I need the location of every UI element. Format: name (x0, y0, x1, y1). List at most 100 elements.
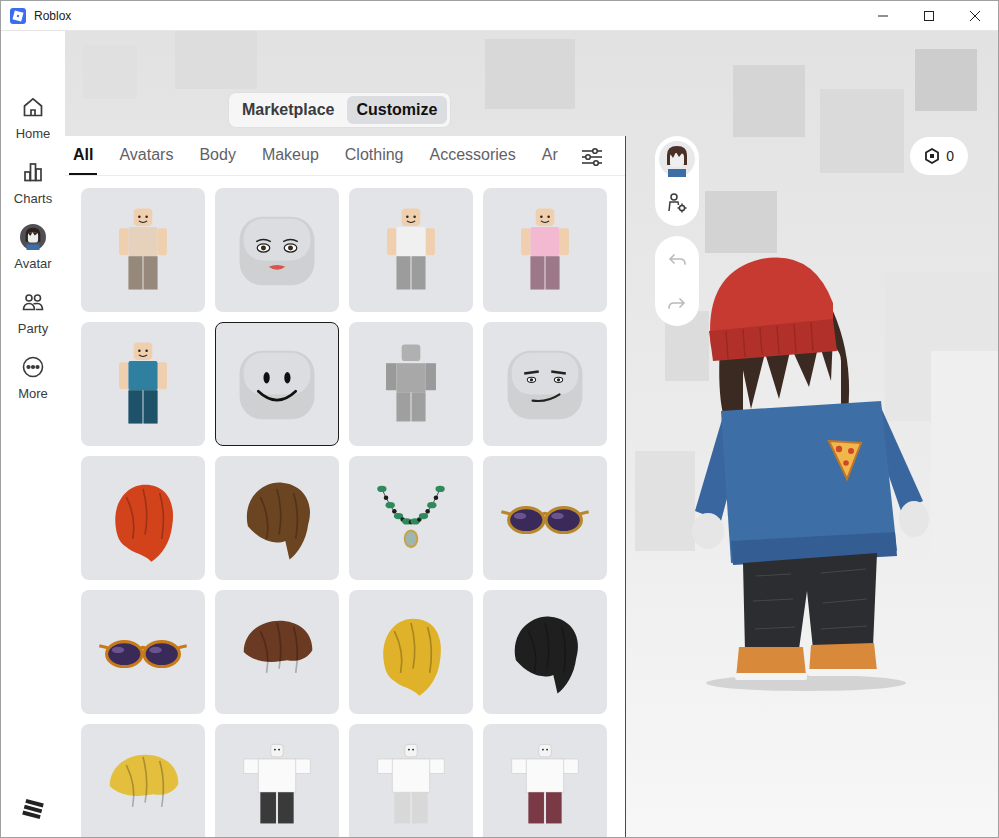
avatar-preview[interactable] (681, 251, 941, 691)
home-icon (20, 94, 46, 120)
item-color (128, 361, 157, 390)
item-tile[interactable] (215, 322, 339, 446)
item-tile[interactable] (81, 456, 205, 580)
item-thumbnail (359, 466, 463, 570)
app-body: Home Charts Avatar Party More MarketplaceCus… (1, 31, 998, 837)
item-tile[interactable] (81, 724, 205, 837)
item-tile[interactable] (81, 322, 205, 446)
mode-tab[interactable]: Customize (347, 96, 448, 124)
item-tile[interactable] (215, 456, 339, 580)
roblox-app-icon (10, 8, 26, 24)
roblox-logo-icon[interactable] (21, 796, 45, 821)
category-tab[interactable]: Accessories (426, 137, 520, 175)
item-tile[interactable] (349, 456, 473, 580)
item-thumbnail (225, 600, 329, 704)
mode-switch: MarketplaceCustomize (228, 92, 451, 128)
category-tab[interactable]: Makeup (258, 137, 323, 175)
item-color (128, 227, 157, 256)
item-thumbnail (91, 600, 195, 704)
avatar-thumbnail-icon[interactable] (657, 139, 697, 179)
item-tile[interactable] (483, 188, 607, 312)
item-tile[interactable] (349, 188, 473, 312)
item-thumbnail (493, 332, 597, 436)
item-tile[interactable] (483, 456, 607, 580)
category-tab[interactable]: All (69, 137, 97, 175)
minimize-icon[interactable] (860, 1, 906, 30)
item-thumbnail (359, 600, 463, 704)
item-thumbnail (225, 466, 329, 570)
item-thumbnail (91, 734, 195, 837)
item-tile[interactable] (349, 590, 473, 714)
item-thumbnail (493, 600, 597, 704)
item-color (107, 642, 142, 667)
item-thumbnail (225, 734, 329, 837)
item-thumbnail (225, 332, 329, 436)
item-thumbnail (493, 466, 597, 570)
item-color (528, 792, 544, 823)
item-tile[interactable] (81, 590, 205, 714)
item-color (515, 616, 578, 693)
sidebar-label: Avatar (14, 254, 51, 274)
avatar-settings-icon[interactable] (657, 183, 697, 223)
item-thumbnail (359, 198, 463, 302)
category-bar: All Avatars Body Makeup Clothing Accessories A… (65, 136, 625, 176)
maximize-icon[interactable] (906, 1, 952, 30)
item-thumbnail (359, 332, 463, 436)
item-color (530, 227, 559, 256)
sidebar-item[interactable]: Avatar (1, 222, 65, 287)
item-color (394, 792, 410, 823)
editor-column: MarketplaceCustomize All Avatars Body Makeu… (65, 31, 626, 837)
category-tab[interactable]: Body (195, 137, 239, 175)
item-thumbnail (493, 734, 597, 837)
item-tile[interactable] (215, 724, 339, 837)
robux-icon (924, 148, 940, 164)
item-color (260, 792, 276, 823)
item-tile[interactable] (349, 724, 473, 837)
item-tile[interactable] (483, 322, 607, 446)
redo-icon[interactable] (657, 283, 697, 323)
view-tools (655, 136, 699, 226)
preview-tools (655, 136, 699, 326)
robux-balance[interactable]: 0 (910, 137, 968, 175)
category-tab[interactable]: Ar (538, 137, 562, 175)
item-tile[interactable] (81, 188, 205, 312)
item-tile[interactable] (215, 188, 339, 312)
item-thumbnail (359, 734, 463, 837)
item-grid (65, 176, 625, 837)
sidebar-item[interactable]: Home (1, 92, 65, 157)
inventory-panel: All Avatars Body Makeup Clothing Accessories A… (65, 136, 626, 837)
avatar-stage: MarketplaceCustomize All Avatars Body Makeu… (65, 31, 998, 837)
item-color (247, 482, 310, 559)
item-tile[interactable] (483, 724, 607, 837)
item-tile[interactable] (215, 590, 339, 714)
item-thumbnail (493, 198, 597, 302)
party-icon (20, 289, 46, 315)
filter-icon[interactable] (577, 139, 607, 175)
close-icon[interactable] (952, 1, 998, 30)
charts-icon (20, 159, 46, 185)
item-color (115, 485, 173, 562)
sidebar-item[interactable]: More (1, 352, 65, 417)
sidebar: Home Charts Avatar Party More (1, 31, 65, 837)
history-tools (655, 236, 699, 326)
sidebar-label: Charts (14, 189, 52, 209)
sidebar-item[interactable]: Party (1, 287, 65, 352)
mode-switch-area: MarketplaceCustomize (65, 31, 626, 136)
mode-tab[interactable]: Marketplace (232, 96, 345, 124)
preview-area: 0 (626, 31, 998, 837)
item-thumbnail (91, 332, 195, 436)
sidebar-label: Home (16, 124, 51, 144)
item-tile[interactable] (483, 590, 607, 714)
item-color (383, 619, 441, 696)
sidebar-items: Home Charts Avatar Party More (1, 92, 65, 417)
item-thumbnail (91, 198, 195, 302)
category-tab[interactable]: Clothing (341, 137, 408, 175)
category-tab[interactable]: Avatars (115, 137, 177, 175)
title-bar: Roblox (1, 1, 998, 31)
window-title: Roblox (34, 7, 71, 25)
undo-icon[interactable] (657, 239, 697, 279)
category-tabs: All Avatars Body Makeup Clothing Accessories A… (69, 137, 577, 175)
item-tile[interactable] (349, 322, 473, 446)
sidebar-label: More (18, 384, 48, 404)
sidebar-item[interactable]: Charts (1, 157, 65, 222)
